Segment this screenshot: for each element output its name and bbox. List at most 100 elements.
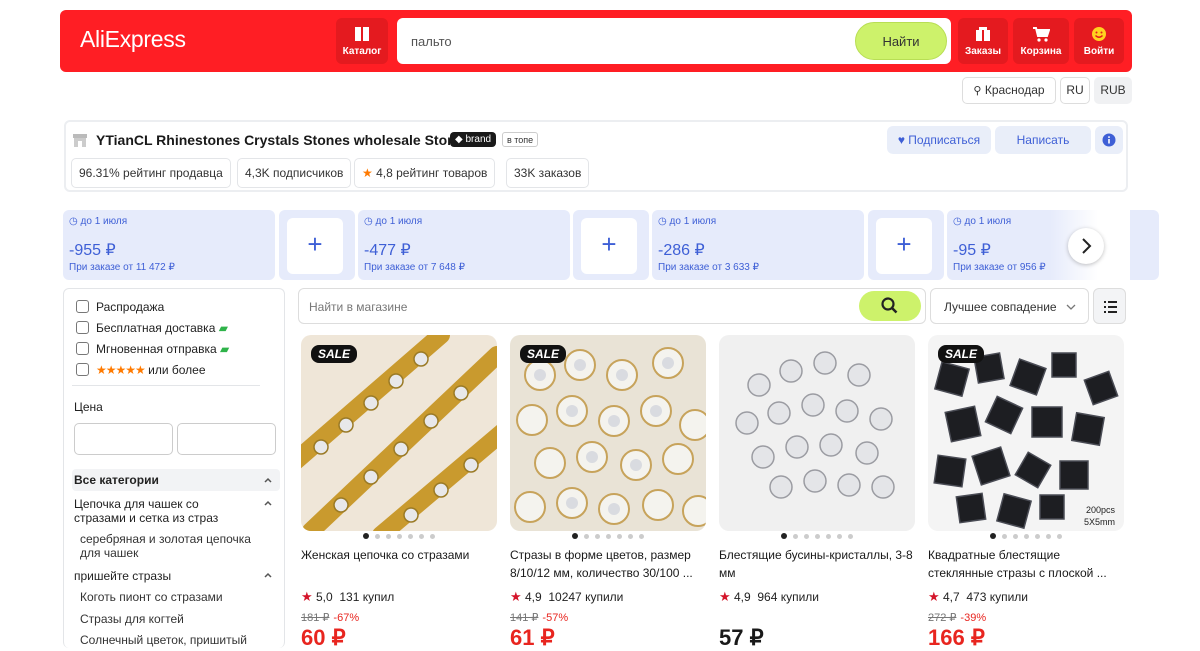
old-price: 272 ₽ [928,612,957,624]
product-rating: ★ 4,7 473 купили [928,589,1028,605]
star-icon: ★ [510,589,522,604]
cart-label: Корзина [1020,46,1062,57]
rating-value: 4,9 [525,590,542,604]
chevron-up-icon[interactable] [262,569,274,581]
store-info-panel: YTianCL Rhinestones Crystals Stones whol… [64,120,1128,192]
free-shipping-label: Бесплатная доставка [96,321,216,335]
product-card[interactable]: Блестящие бусины-кристаллы, 3-8 мм ★ 4,9… [719,335,915,650]
coupon-date: ◷ до 1 июля [658,216,716,227]
instant-shipping-checkbox[interactable] [76,342,89,355]
image-carousel-dots[interactable] [719,533,915,539]
crystal-beads-image [735,351,895,499]
truck-icon: ▰ [220,342,230,356]
instant-shipping-label: Мгновенная отправка [96,342,217,356]
product-title[interactable]: Стразы в форме цветов, размер 8/10/12 мм… [510,546,706,582]
product-rating: ★ 4,9 964 купили [719,589,819,605]
subcategory-item[interactable]: Коготь пионт со стразами [80,590,223,604]
old-price-line: 272 ₽ -39% [928,611,986,624]
product-price: 57 ₽ [719,625,764,650]
aliexpress-logo[interactable]: AliExpress [80,26,186,53]
search-input[interactable]: пальто [411,34,452,49]
orders-label: Заказы [964,46,1002,57]
coupon-amount: -286 ₽ [658,242,705,259]
rating-filter[interactable]: ★★★★★ или более [96,363,206,377]
search-icon [881,297,898,314]
sort-dropdown[interactable]: Лучшее совпадение [930,288,1089,324]
rating-filter-label: или более [148,363,206,377]
image-carousel-dots[interactable] [301,533,497,539]
sale-filter-label[interactable]: Распродажа [96,300,164,314]
image-carousel-dots[interactable] [510,533,706,539]
price-max-input[interactable] [177,423,276,455]
coupon-amount: -477 ₽ [364,242,411,259]
coupon-date-label: до 1 июля [375,216,423,227]
subcategory-item[interactable]: Солнечный цветок, пришитый [80,633,247,647]
sale-checkbox[interactable] [76,300,89,313]
sale-badge: SALE [311,345,358,363]
gold-rhinestone-chain-image [301,335,497,531]
rating-checkbox[interactable] [76,363,89,376]
flower-rhinestones-image [514,347,706,527]
discount: -39% [960,612,987,624]
category-item[interactable]: пришейте стразы [74,569,171,583]
write-button[interactable]: Написать [995,126,1091,154]
star-icon: ★ [928,589,940,604]
instant-shipping-filter[interactable]: Мгновенная отправка ▰ [96,342,229,356]
catalog-button[interactable]: Каталог [336,18,388,64]
product-card[interactable]: 200pcs 5X5mm SALE Квадратные блестящие с… [928,335,1124,650]
coupon-add-button[interactable]: + [868,210,944,280]
product-image[interactable]: 200pcs 5X5mm SALE [928,335,1124,531]
store-name[interactable]: YTianCL Rhinestones Crystals Stones whol… [96,132,460,148]
login-label: Войти [1083,46,1115,57]
rating-value: 4,7 [943,590,960,604]
chevron-up-icon[interactable] [262,497,274,509]
city-selector[interactable]: ⚲ Краснодар [962,77,1056,104]
product-price: 166 ₽ [928,625,985,650]
coupon-date: ◷ до 1 июля [953,216,1011,227]
info-button[interactable] [1095,126,1123,154]
price-min-input[interactable] [74,423,173,455]
old-price: 181 ₽ [301,612,330,624]
currency-selector[interactable]: RUB [1094,77,1132,104]
followers-stat: 4,3K подписчиков [237,158,352,188]
product-title[interactable]: Женская цепочка со стразами [301,546,497,582]
shop-search-button[interactable] [859,291,921,321]
free-shipping-filter[interactable]: Бесплатная доставка ▰ [96,321,228,335]
product-title[interactable]: Квадратные блестящие стеклянные стразы с… [928,546,1124,582]
list-view-button[interactable] [1093,288,1126,324]
shop-search-input[interactable]: Найти в магазине [309,300,407,314]
plus-icon: + [581,218,637,274]
star-icon: ★ [301,589,313,604]
product-image[interactable]: SALE [301,335,497,531]
product-card[interactable]: SALE Стразы в форме цветов, размер 8/10/… [510,335,706,650]
clock-icon: ◷ [69,216,78,227]
follow-label: Подписаться [908,133,981,147]
rating-value: 4,9 [734,590,751,604]
coupon-add-button[interactable]: + [279,210,355,280]
coupon-card[interactable]: ◷ до 1 июля -955 ₽ При заказе от 11 472 … [63,210,275,280]
category-item[interactable]: Цепочка для чашек со стразами и сетка из… [74,497,244,525]
coupon-card[interactable]: ◷ до 1 июля -286 ₽ При заказе от 3 633 ₽ [652,210,864,280]
product-title[interactable]: Блестящие бусины-кристаллы, 3-8 мм [719,546,915,582]
image-caption: 5X5mm [1084,517,1115,527]
product-image[interactable] [719,335,915,531]
sold-count: 10247 купили [548,590,624,604]
language-selector[interactable]: RU [1060,77,1090,104]
search-button[interactable]: Найти [855,22,947,60]
coupon-next-button[interactable] [1068,228,1104,264]
rating-value: 5,0 [316,590,333,604]
cart-button[interactable]: Корзина [1013,18,1069,64]
coupon-add-button[interactable]: + [573,210,649,280]
sold-count: 964 купили [757,590,820,604]
follow-button[interactable]: ♥ Подписаться [887,126,991,154]
coupon-card[interactable]: ◷ до 1 июля -477 ₽ При заказе от 7 648 ₽ [358,210,570,280]
orders-button[interactable]: Заказы [958,18,1008,64]
subcategory-item[interactable]: Стразы для когтей [80,612,184,626]
product-image[interactable]: SALE [510,335,706,531]
login-button[interactable]: Войти [1074,18,1124,64]
image-carousel-dots[interactable] [928,533,1124,539]
all-categories-header[interactable]: Все категории [72,469,280,491]
free-shipping-checkbox[interactable] [76,321,89,334]
subcategory-item[interactable]: серебряная и золотая цепочка для чашек [80,532,270,560]
product-card[interactable]: SALE Женская цепочка со стразами ★ 5,0 1… [301,335,497,650]
